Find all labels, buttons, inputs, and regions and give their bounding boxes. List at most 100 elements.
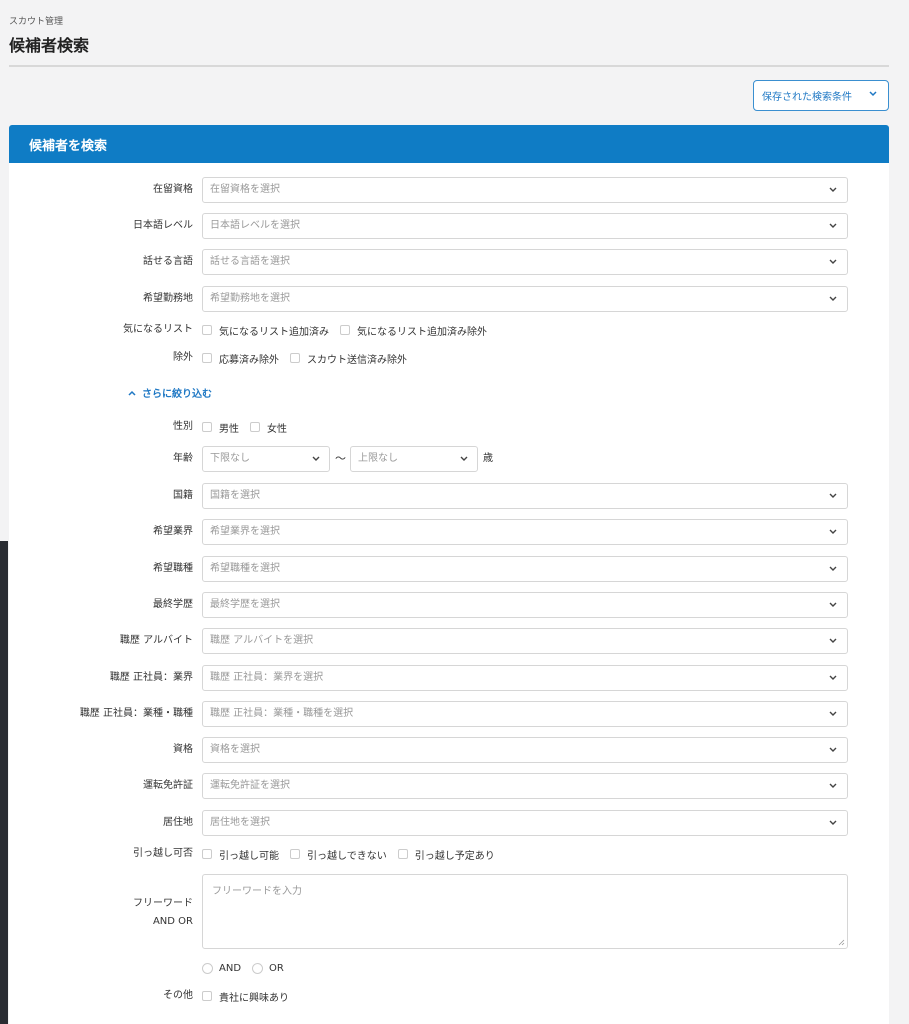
gender-male-checkbox[interactable]: 男性	[202, 420, 239, 435]
freeword-label-line1: フリーワード	[133, 898, 193, 909]
career-fulltime-job-select[interactable]: 職歴 正社員：業種・職種を選択	[202, 701, 848, 727]
job-type-select[interactable]: 希望職種を選択	[202, 556, 848, 582]
row-exclude: 除外 応募済み除外 スカウト送信済み除外	[9, 345, 889, 371]
field-label: 職歴 正社員：業界	[109, 672, 193, 683]
freeword-label-line2: AND OR	[152, 916, 193, 927]
chevron-down-icon	[829, 493, 837, 498]
select-placeholder: 日本語レベルを選択	[210, 220, 300, 231]
chevron-down-icon	[829, 259, 837, 264]
age-min-select[interactable]: 下限なし	[202, 446, 330, 472]
select-placeholder: 最終学歴を選択	[210, 599, 280, 610]
field-label: 居住地	[163, 817, 193, 828]
checkbox-label: 引っ越し予定あり	[414, 850, 495, 862]
watchlist-exclude-checkbox[interactable]: 気になるリスト追加済み除外	[340, 323, 487, 338]
qualification-select[interactable]: 資格を選択	[202, 737, 848, 763]
industry-select[interactable]: 希望業界を選択	[202, 519, 848, 545]
checkbox-box	[202, 991, 212, 1001]
chevron-up-icon	[128, 390, 136, 396]
japanese-level-select[interactable]: 日本語レベルを選択	[202, 213, 848, 239]
checkbox-box	[290, 849, 300, 859]
freeword-label: フリーワード AND OR	[133, 895, 193, 931]
field-label: その他	[163, 990, 193, 1001]
field-label: 除外	[173, 352, 193, 363]
row-japanese-level: 日本語レベル 日本語レベルを選択	[9, 213, 889, 239]
saved-search-dropdown[interactable]: 保存された検索条件	[753, 80, 889, 111]
resize-handle-icon[interactable]	[838, 939, 845, 946]
chevron-down-icon	[460, 456, 468, 461]
exclude-checkboxes: 応募済み除外 スカウト送信済み除外	[202, 345, 418, 371]
panel-title: 候補者を検索	[9, 125, 889, 163]
checkbox-label: 引っ越し可能	[219, 850, 279, 862]
relocation-impossible-checkbox[interactable]: 引っ越しできない	[290, 847, 387, 862]
mode-and-radio[interactable]: AND	[202, 962, 241, 974]
interested-checkbox[interactable]: 貴社に興味あり	[202, 989, 289, 1004]
field-label: 希望業界	[153, 526, 193, 537]
work-location-select[interactable]: 希望勤務地を選択	[202, 286, 848, 312]
row-career-fulltime-industry: 職歴 正社員：業界 職歴 正社員：業界を選択	[9, 665, 889, 691]
checkbox-box	[202, 422, 212, 432]
chevron-down-icon	[829, 820, 837, 825]
checkbox-box	[250, 422, 260, 432]
residence-select[interactable]: 居住地を選択	[202, 810, 848, 836]
select-placeholder: 職歴 正社員：業界を選択	[210, 672, 324, 683]
age-max-select[interactable]: 上限なし	[350, 446, 478, 472]
select-placeholder: 希望勤務地を選択	[210, 293, 290, 304]
select-placeholder: 希望業界を選択	[210, 526, 280, 537]
radio-circle	[202, 962, 213, 974]
select-placeholder: 話せる言語を選択	[210, 256, 290, 267]
more-filters-toggle[interactable]: さらに絞り込む	[128, 385, 212, 400]
select-placeholder: 職歴 正社員：業種・職種を選択	[210, 708, 354, 719]
license-select[interactable]: 運転免許証を選択	[202, 773, 848, 799]
career-fulltime-industry-select[interactable]: 職歴 正社員：業界を選択	[202, 665, 848, 691]
checkbox-label: 女性	[267, 423, 287, 435]
field-label: 気になるリスト	[123, 324, 193, 335]
row-residence-status: 在留資格 在留資格を選択	[9, 177, 889, 203]
field-label: 在留資格	[153, 184, 193, 195]
other-checkboxes: 貴社に興味あり	[202, 983, 300, 1009]
field-label: 話せる言語	[143, 256, 193, 267]
more-filters-label: さらに絞り込む	[142, 389, 212, 400]
watchlist-added-checkbox[interactable]: 気になるリスト追加済み	[202, 323, 329, 338]
mode-or-radio[interactable]: OR	[252, 962, 284, 974]
exclude-scouted-checkbox[interactable]: スカウト送信済み除外	[290, 351, 407, 366]
select-placeholder: 希望職種を選択	[210, 563, 280, 574]
row-languages: 話せる言語 話せる言語を選択	[9, 249, 889, 275]
age-separator: 〜	[335, 452, 346, 465]
relocation-checkboxes: 引っ越し可能 引っ越しできない 引っ越し予定あり	[202, 841, 506, 867]
row-watchlist: 気になるリスト 気になるリスト追加済み 気になるリスト追加済み除外	[9, 317, 889, 343]
select-placeholder: 在留資格を選択	[210, 184, 280, 195]
chevron-down-icon	[829, 187, 837, 192]
row-career-fulltime-job: 職歴 正社員：業種・職種 職歴 正社員：業種・職種を選択	[9, 701, 889, 727]
freeword-textarea[interactable]: フリーワードを入力	[202, 874, 848, 949]
saved-search-label: 保存された検索条件	[762, 92, 852, 103]
relocation-possible-checkbox[interactable]: 引っ越し可能	[202, 847, 279, 862]
field-label: 職歴 アルバイト	[119, 635, 193, 646]
gender-female-checkbox[interactable]: 女性	[250, 420, 287, 435]
education-select[interactable]: 最終学歴を選択	[202, 592, 848, 618]
career-parttime-select[interactable]: 職歴 アルバイトを選択	[202, 628, 848, 654]
relocation-planned-checkbox[interactable]: 引っ越し予定あり	[397, 847, 495, 862]
languages-select[interactable]: 話せる言語を選択	[202, 249, 848, 275]
residence-status-select[interactable]: 在留資格を選択	[202, 177, 848, 203]
row-age: 年齢 下限なし 〜 上限なし 歳	[9, 446, 889, 472]
chevron-down-icon	[829, 675, 837, 680]
nationality-select[interactable]: 国籍を選択	[202, 483, 848, 509]
row-nationality: 国籍 国籍を選択	[9, 483, 889, 509]
exclude-applied-checkbox[interactable]: 応募済み除外	[202, 351, 279, 366]
select-placeholder: 居住地を選択	[210, 817, 270, 828]
chevron-down-icon	[829, 566, 837, 571]
age-unit: 歳	[483, 453, 493, 464]
chevron-down-icon	[829, 296, 837, 301]
field-label: 国籍	[173, 490, 193, 501]
field-label: 職歴 正社員：業種・職種	[79, 708, 193, 719]
row-gender: 性別 男性 女性	[9, 414, 889, 440]
select-placeholder: 資格を選択	[210, 744, 260, 755]
row-education: 最終学歴 最終学歴を選択	[9, 592, 889, 618]
chevron-down-icon	[869, 91, 877, 97]
row-residence: 居住地 居住地を選択	[9, 810, 889, 836]
chevron-down-icon	[312, 456, 320, 461]
select-placeholder: 職歴 アルバイトを選択	[210, 635, 314, 646]
radio-label: OR	[269, 962, 284, 974]
page-header: スカウト管理 候補者検索	[9, 14, 889, 56]
chevron-down-icon	[829, 638, 837, 643]
